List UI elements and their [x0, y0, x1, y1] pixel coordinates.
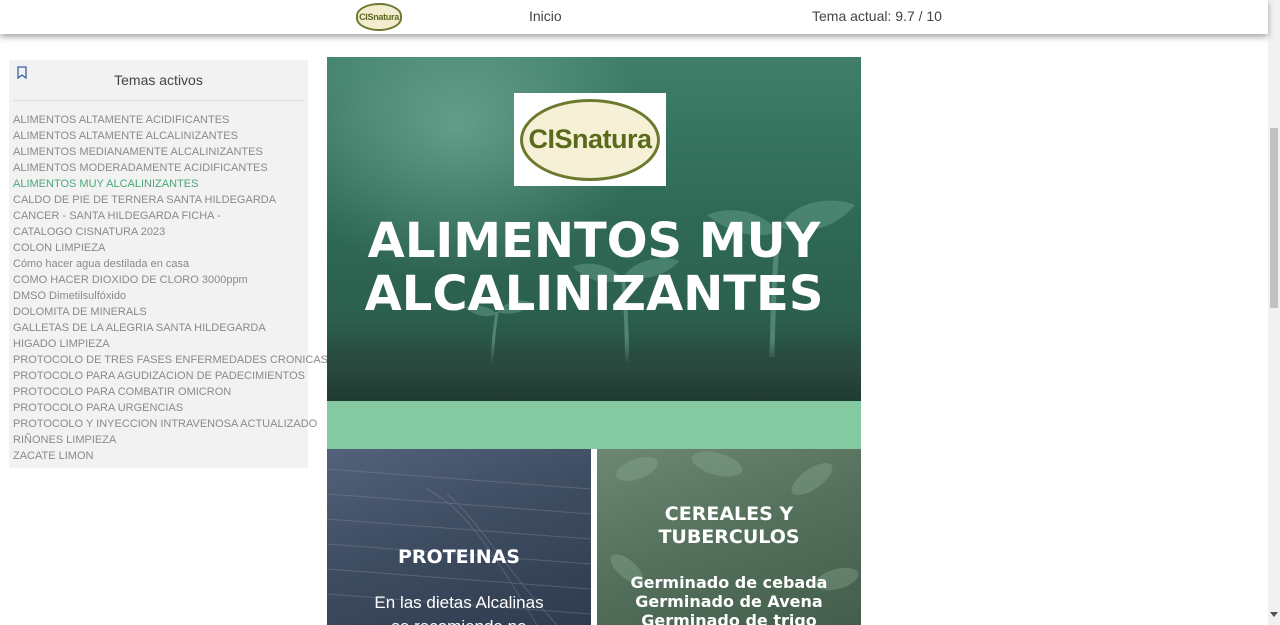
hero-title-line1: ALIMENTOS MUY: [367, 213, 821, 269]
brand-logo[interactable]: CISnatura: [356, 3, 402, 31]
topic-item[interactable]: CALDO DE PIE DE TERNERA SANTA HILDEGARDA: [13, 192, 328, 208]
topic-item[interactable]: CANCER - SANTA HILDEGARDA FICHA -: [13, 208, 328, 224]
proteins-card-text-line2: se recomienda no: [327, 616, 591, 625]
topic-item[interactable]: ZACATE LIMON: [13, 448, 328, 464]
page-scrollbar[interactable]: [1268, 0, 1280, 625]
accent-band: [327, 401, 861, 449]
hero-banner-image: CISnatura ALIMENTOS MUY ALCALINIZANTES: [327, 57, 861, 401]
topic-item[interactable]: ALIMENTOS ALTAMENTE ACIDIFICANTES: [13, 112, 328, 128]
topic-item[interactable]: ALIMENTOS MODERADAMENTE ACIDIFICANTES: [13, 160, 328, 176]
hero-title-line2: ALCALINIZANTES: [364, 266, 824, 322]
top-navbar: CISnatura Inicio Tema actual: 9.7 / 10: [0, 0, 1268, 34]
topic-item[interactable]: PROTOCOLO PARA URGENCIAS: [13, 400, 328, 416]
topic-item[interactable]: DOLOMITA DE MINERALS: [13, 304, 328, 320]
topic-item[interactable]: PROTOCOLO PARA COMBATIR OMICRON: [13, 384, 328, 400]
cereals-card: CEREALES Y TUBERCULOS Germinado de cebad…: [597, 449, 861, 625]
cereals-list-item: Germinado de trigo: [641, 611, 817, 625]
hero-title: ALIMENTOS MUY ALCALINIZANTES: [327, 215, 861, 321]
scrollbar-thumb[interactable]: [1270, 128, 1278, 308]
cereals-card-title-line2: TUBERCULOS: [658, 526, 800, 548]
brand-logo-text: CISnatura: [359, 12, 399, 22]
scroll-down-arrow-icon[interactable]: [1270, 612, 1278, 617]
topic-item[interactable]: PROTOCOLO Y INYECCION INTRAVENOSA ACTUAL…: [13, 416, 328, 432]
topic-item[interactable]: ALIMENTOS MEDIANAMENTE ALCALINIZANTES: [13, 144, 328, 160]
active-topics-sidebar: Temas activos ALIMENTOS ALTAMENTE ACIDIF…: [9, 60, 328, 468]
topic-item[interactable]: HIGADO LIMPIEZA: [13, 336, 328, 352]
hero-logo-text: CISnatura: [528, 124, 652, 154]
sidebar-title: Temas activos: [114, 72, 203, 88]
proteins-card-text-line1: En las dietas Alcalinas: [374, 593, 544, 612]
cereals-list-item: Germinado de cebada: [630, 573, 828, 592]
topic-list: ALIMENTOS ALTAMENTE ACIDIFICANTES ALIMENT…: [13, 112, 328, 464]
proteins-card-title: PROTEINAS: [397, 546, 520, 568]
hero-logo-box: CISnatura: [514, 93, 666, 186]
topic-item[interactable]: ALIMENTOS ALTAMENTE ALCALINIZANTES: [13, 128, 328, 144]
nav-link-home[interactable]: Inicio: [529, 8, 562, 24]
topic-item[interactable]: PROTOCOLO PARA AGUDIZACION DE PADECIMIEN…: [13, 368, 328, 384]
topic-item[interactable]: GALLETAS DE LA ALEGRIA SANTA HILDEGARDA: [13, 320, 328, 336]
current-topic-status: Tema actual: 9.7 / 10: [812, 8, 942, 24]
topic-item[interactable]: ALIMENTOS MUY ALCALINIZANTES: [13, 176, 328, 192]
topic-item[interactable]: COMO HACER DIOXIDO DE CLORO 3000ppm: [13, 272, 328, 288]
cereals-card-title-line1: CEREALES Y: [664, 503, 794, 525]
sidebar-divider: [13, 100, 304, 101]
topic-item[interactable]: DMSO Dimetilsulfóxido: [13, 288, 328, 304]
hero-soil: [327, 341, 861, 401]
hero-logo-oval: CISnatura: [520, 98, 660, 181]
cereals-card-list: Germinado de cebada Germinado de Avena Ger…: [597, 573, 861, 625]
cereals-list-item: Germinado de Avena: [635, 592, 823, 611]
proteins-card: PROTEINAS En las dietas Alcalinas se rec…: [327, 449, 591, 625]
topic-item[interactable]: RIÑONES LIMPIEZA: [13, 432, 328, 448]
topic-item[interactable]: COLON LIMPIEZA: [13, 240, 328, 256]
topic-item[interactable]: Cómo hacer agua destilada en casa: [13, 256, 328, 272]
topic-item[interactable]: CATALOGO CISNATURA 2023: [13, 224, 328, 240]
topic-item[interactable]: PROTOCOLO DE TRES FASES ENFERMEDADES CRO…: [13, 352, 328, 368]
